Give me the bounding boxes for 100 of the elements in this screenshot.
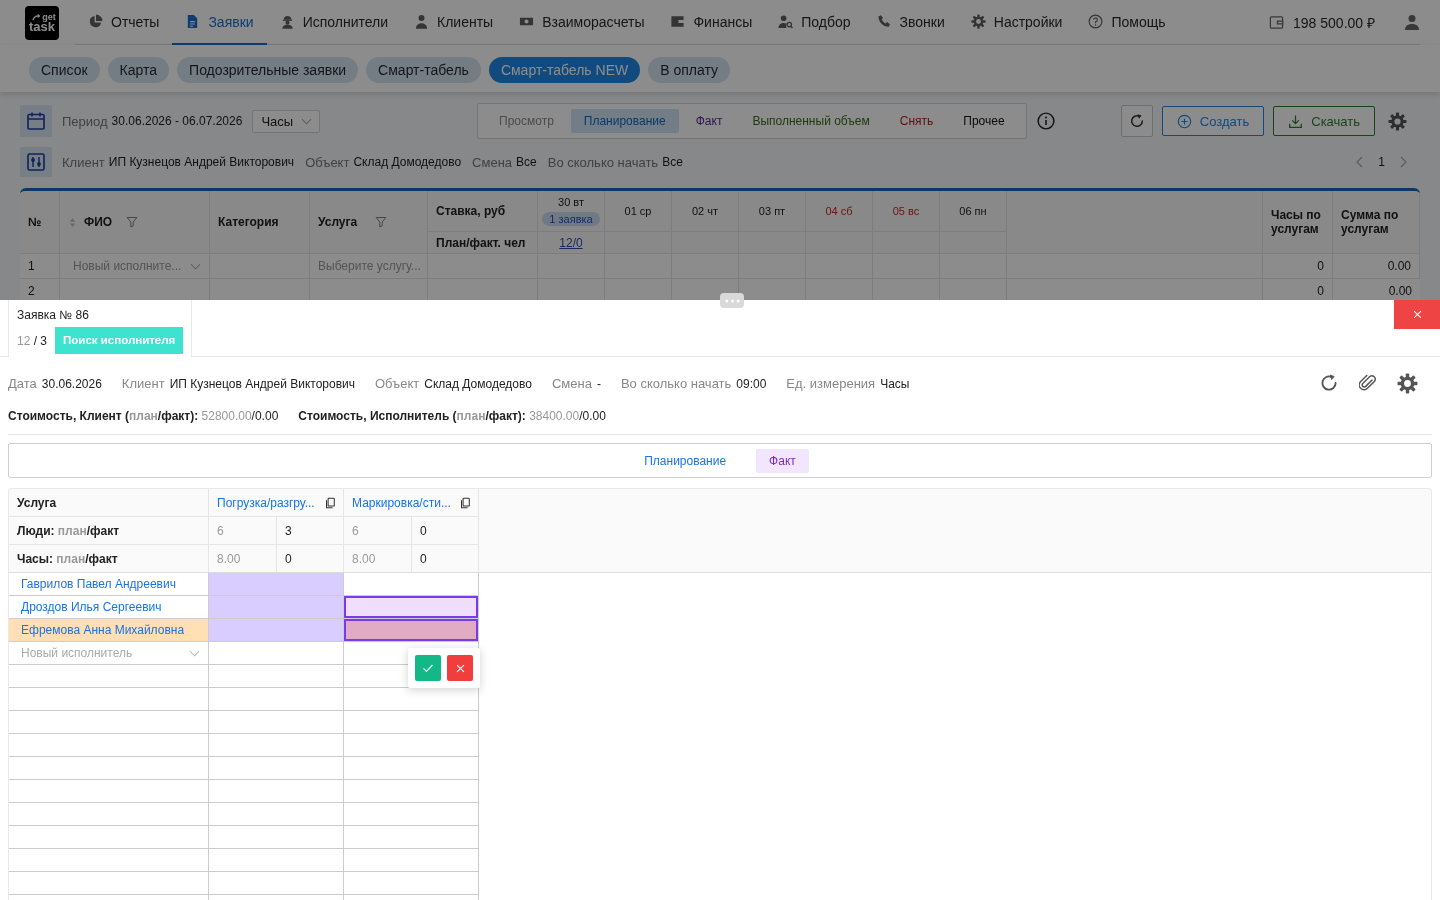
chevron-right-icon[interactable]	[1400, 156, 1407, 168]
assignment-cell[interactable]	[209, 619, 344, 642]
filter-value: Все	[662, 155, 683, 169]
nav-item[interactable]: Клиенты	[401, 0, 507, 45]
wallet-icon	[1269, 14, 1285, 30]
filter-icon[interactable]	[375, 216, 388, 228]
filter-label: Объект	[305, 154, 350, 170]
nav-item[interactable]: Помощь	[1075, 0, 1179, 45]
fact-value: 3	[285, 523, 292, 538]
sub-tab[interactable]: Карта	[107, 57, 170, 83]
nav-item[interactable]: Исполнители	[266, 0, 402, 45]
sub-tab[interactable]: В оплату	[648, 57, 730, 83]
sum-value: 0.00	[1388, 284, 1412, 298]
sub-tab[interactable]: Смарт-табель NEW	[488, 57, 641, 83]
create-button[interactable]: Создать	[1161, 106, 1265, 136]
mode-tab[interactable]: Снять	[886, 109, 947, 133]
mode-tab[interactable]: Факт	[682, 109, 736, 133]
column-header: Ставка, руб	[436, 204, 506, 218]
cost-summary: Стоимость, Клиент (план/факт): 52800.00/0.00	[8, 409, 279, 423]
refresh-icon[interactable]	[1319, 373, 1339, 393]
column-header: Услуга	[318, 215, 358, 229]
fact-value: 0	[420, 551, 427, 566]
close-icon	[1411, 309, 1423, 320]
filter-icon[interactable]	[126, 216, 139, 228]
settings-icon[interactable]	[1388, 111, 1407, 131]
column-header: ФИО	[84, 215, 113, 229]
balance-amount: 198 500.00 ₽	[1293, 13, 1375, 32]
day-label: 06 пн	[959, 205, 987, 217]
row-number: 2	[28, 284, 35, 298]
refresh-button[interactable]	[1120, 105, 1153, 137]
plan-value: 8.00	[352, 551, 376, 566]
worker-icon	[279, 14, 295, 29]
copy-icon[interactable]	[460, 496, 471, 509]
settings-icon[interactable]	[1397, 372, 1418, 394]
worker-name-link[interactable]: Дроздов Илья Сергеевич	[21, 600, 162, 614]
sub-tab[interactable]: Список	[29, 57, 100, 83]
service-header-label: Услуга	[17, 495, 57, 510]
info-icon[interactable]	[1036, 112, 1055, 130]
day-label: 02 чт	[691, 205, 719, 217]
mode-tab[interactable]: Факт	[756, 448, 809, 473]
nav-item[interactable]: Взаиморасчеты	[506, 0, 658, 45]
service-link[interactable]: Погрузка/разгру...	[217, 495, 315, 510]
app-logo[interactable]: get task	[25, 5, 59, 40]
detail-label: Дата	[8, 375, 37, 391]
day-label: 05 вс	[892, 205, 920, 217]
calendar-icon[interactable]	[20, 105, 52, 137]
assignment-cell[interactable]	[209, 596, 344, 619]
plan-value: 6	[352, 523, 359, 538]
download-button[interactable]: Скачать	[1273, 106, 1375, 136]
refresh-icon	[1128, 113, 1145, 129]
mode-tab[interactable]: Просмотр	[486, 109, 567, 133]
paperclip-icon[interactable]	[1359, 374, 1377, 392]
plan-value: 6	[217, 523, 224, 538]
user-icon[interactable]	[1404, 14, 1420, 30]
mode-tab[interactable]: Выполненный объем	[739, 109, 883, 133]
filter-label: Во сколько начать	[547, 154, 659, 170]
detail-label: Ед. измерения	[786, 375, 876, 391]
sub-tab[interactable]: Подозрительные заявки	[177, 57, 359, 83]
assignment-cell[interactable]	[344, 619, 479, 642]
caret-icon	[190, 262, 201, 270]
filter-label: Клиент	[62, 154, 105, 170]
page-number[interactable]: 1	[1378, 155, 1385, 169]
user-search-icon	[778, 14, 794, 29]
caret-icon	[301, 117, 313, 125]
service-select[interactable]: Выберите услугу...	[318, 259, 421, 273]
worker-select[interactable]: Новый исполнитель	[21, 646, 200, 660]
detail-label: Смена	[551, 375, 592, 391]
detail-value: Часы	[880, 376, 910, 391]
day-label: 03 пт	[758, 205, 786, 217]
plus-circle-icon	[1176, 113, 1192, 129]
mode-tab[interactable]: Прочее	[950, 109, 1018, 133]
copy-icon[interactable]	[325, 496, 336, 509]
sum-value: 0.00	[1387, 259, 1411, 273]
assignment-cell[interactable]	[209, 573, 344, 596]
nav-item[interactable]: Настройки	[957, 0, 1076, 45]
caret-icon	[189, 649, 200, 657]
cancel-button[interactable]	[447, 655, 473, 681]
mode-tab[interactable]: Планирование	[631, 448, 740, 473]
nav-item[interactable]: Финансы	[657, 0, 766, 45]
worker-name-link[interactable]: Гаврилов Павел Андреевич	[21, 577, 176, 591]
sub-tab[interactable]: Смарт-табель	[366, 57, 481, 83]
nav-item[interactable]: Отчеты	[75, 0, 173, 45]
help-icon	[1088, 14, 1104, 29]
unit-select[interactable]: Часы	[252, 109, 321, 133]
day-label: 30 вт	[558, 196, 584, 208]
nav-item[interactable]: Звонки	[863, 0, 958, 45]
service-link[interactable]: Маркировка/сти...	[352, 495, 451, 510]
filter-value: Все	[516, 155, 537, 169]
chevron-left-icon[interactable]	[1356, 156, 1364, 168]
worker-select[interactable]: Новый исполните...	[68, 259, 201, 273]
filter-settings-icon[interactable]	[20, 147, 52, 177]
mode-tab[interactable]: Планирование	[570, 109, 679, 133]
worker-counter: 12 / 3	[17, 333, 48, 348]
assignment-cell[interactable]	[344, 596, 479, 619]
drag-handle[interactable]	[720, 293, 744, 308]
plan-fact-link[interactable]: 12/0	[559, 235, 583, 250]
nav-item[interactable]: Подбор	[765, 0, 864, 45]
confirm-button[interactable]	[415, 655, 441, 681]
filter-value: ИП Кузнецов Андрей Викторович	[108, 155, 295, 169]
worker-name-link[interactable]: Ефремова Анна Михайловна	[21, 623, 185, 637]
